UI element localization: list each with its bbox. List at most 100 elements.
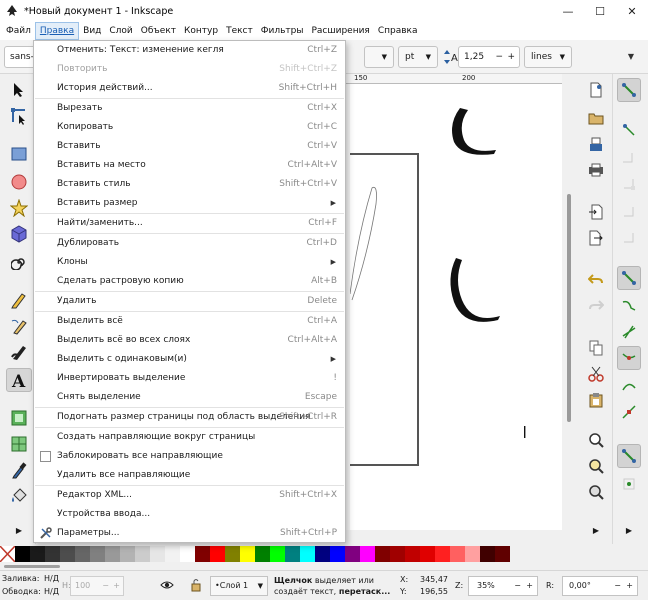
palette-scrollbar-thumb[interactable] — [4, 565, 60, 568]
vertical-scrollbar[interactable] — [562, 74, 576, 530]
snap-bbox-edge-icon[interactable] — [617, 146, 641, 170]
menu-item-preferences[interactable]: Параметры... Shift+Ctrl+P — [34, 524, 345, 543]
snap-paths-icon[interactable] — [617, 294, 641, 318]
close-button[interactable]: ✕ — [616, 0, 648, 22]
menu-item-paste-style[interactable]: Вставить стиль Shift+Ctrl+V — [34, 175, 345, 194]
zoom-selection-icon[interactable] — [584, 428, 608, 452]
drawing-canvas[interactable] — [350, 84, 562, 530]
snap-bbox-icon[interactable] — [617, 118, 641, 142]
pencil-tool-icon[interactable] — [6, 288, 32, 312]
snap-bbox-midpoint-icon[interactable] — [617, 200, 641, 224]
star-tool-icon[interactable] — [6, 196, 32, 220]
menu-item-delete[interactable]: Удалить Delete — [34, 292, 345, 311]
paste-icon[interactable] — [584, 388, 608, 412]
toolbox-more-icon[interactable]: ▶ — [6, 518, 32, 542]
menu-item-lock-all-guides[interactable]: Заблокировать все направляющие — [34, 447, 345, 466]
commands-more-icon[interactable]: ▶ — [584, 518, 608, 542]
zoom-drawing-icon[interactable] — [584, 454, 608, 478]
color-swatch[interactable] — [270, 546, 285, 562]
menu-item-paste-in-place[interactable]: Вставить на место Ctrl+Alt+V — [34, 156, 345, 175]
snap-rotation-centers-icon[interactable] — [617, 472, 641, 496]
minimize-button[interactable]: — — [552, 0, 584, 22]
color-swatch[interactable] — [495, 546, 510, 562]
color-swatch[interactable] — [180, 546, 195, 562]
color-swatch[interactable] — [135, 546, 150, 562]
rotation-increment-button[interactable]: + — [626, 577, 633, 595]
menu-item-resize-page-to-selection[interactable]: Подогнать размер страницы под область вы… — [34, 408, 345, 427]
snap-intersections-icon[interactable] — [617, 320, 641, 344]
menu-item-select-all[interactable]: Выделить всё Ctrl+A — [34, 312, 345, 331]
color-swatch[interactable] — [435, 546, 450, 562]
menu-item-undo-history[interactable]: История действий... Shift+Ctrl+H — [34, 79, 345, 98]
menu-path[interactable]: Контур — [180, 22, 222, 40]
menu-item-paste[interactable]: Вставить Ctrl+V — [34, 137, 345, 156]
color-swatch[interactable] — [420, 546, 435, 562]
menu-item-select-all-layers[interactable]: Выделить всё во всех слоях Ctrl+Alt+A — [34, 331, 345, 350]
spiral-tool-icon[interactable] — [6, 250, 32, 274]
calligraphy-tool-icon[interactable] — [6, 340, 32, 364]
snap-nodes-icon[interactable] — [617, 266, 641, 290]
snap-toggle-icon[interactable] — [617, 78, 641, 102]
color-swatch[interactable] — [225, 546, 240, 562]
menu-item-delete-all-guides[interactable]: Удалить все направляющие — [34, 466, 345, 485]
menu-item-make-bitmap-copy[interactable]: Сделать растровую копию Alt+B — [34, 272, 345, 291]
dropper-tool-icon[interactable] — [6, 458, 32, 482]
vertical-scrollbar-thumb[interactable] — [567, 194, 571, 422]
opacity-spin[interactable]: 100 − + — [70, 576, 124, 596]
menu-item-xml-editor[interactable]: Редактор XML... Shift+Ctrl+X — [34, 486, 345, 505]
color-swatch[interactable] — [45, 546, 60, 562]
opacity-decrement-button[interactable]: − — [102, 577, 109, 595]
menu-file[interactable]: Файл — [2, 22, 35, 40]
color-swatch[interactable] — [345, 546, 360, 562]
pen-tool-icon[interactable] — [6, 314, 32, 338]
color-swatch[interactable] — [450, 546, 465, 562]
color-swatch[interactable] — [405, 546, 420, 562]
zoom-spin[interactable]: 35% − + — [468, 576, 538, 596]
color-swatch[interactable] — [210, 546, 225, 562]
spacing-decrement-button[interactable]: − — [495, 47, 503, 67]
fill-value[interactable]: Н/Д — [44, 574, 59, 583]
menu-layer[interactable]: Слой — [105, 22, 136, 40]
color-swatch[interactable] — [60, 546, 75, 562]
snap-more-icon[interactable]: ▶ — [617, 518, 641, 542]
snap-object-centers-icon[interactable] — [617, 444, 641, 468]
zoom-in-button[interactable]: + — [526, 577, 533, 595]
import-icon[interactable] — [584, 200, 608, 224]
3d-box-tool-icon[interactable] — [6, 222, 32, 246]
export-icon[interactable] — [584, 226, 608, 250]
color-swatch[interactable] — [240, 546, 255, 562]
spacing-mode-select[interactable]: lines ▼ — [524, 46, 572, 68]
opacity-increment-button[interactable]: + — [113, 577, 120, 595]
toolbar-overflow-button[interactable]: ▼ — [624, 46, 638, 68]
menu-item-copy[interactable]: Копировать Ctrl+C — [34, 118, 345, 137]
color-swatch[interactable] — [15, 546, 30, 562]
menu-item-redo[interactable]: Повторить Shift+Ctrl+Z — [34, 60, 345, 79]
redo-icon[interactable] — [584, 294, 608, 318]
rectangle-tool-icon[interactable] — [6, 142, 32, 166]
maximize-button[interactable]: ☐ — [584, 0, 616, 22]
node-tool-icon[interactable] — [6, 104, 32, 128]
menu-extensions[interactable]: Расширения — [307, 22, 373, 40]
layer-visibility-eye-icon[interactable] — [160, 580, 174, 590]
color-swatch[interactable] — [300, 546, 315, 562]
paint-bucket-tool-icon[interactable] — [6, 484, 32, 508]
no-paint-swatch-icon[interactable] — [0, 546, 15, 562]
color-swatch[interactable] — [315, 546, 330, 562]
color-swatch[interactable] — [360, 546, 375, 562]
ellipse-tool-icon[interactable] — [6, 170, 32, 194]
current-layer-select[interactable]: •Слой 1 ▼ — [210, 576, 268, 596]
snap-bbox-corner-icon[interactable] — [617, 172, 641, 196]
font-size-combo[interactable]: ▼ — [364, 46, 394, 68]
menu-item-paste-size[interactable]: Вставить размер ▶ — [34, 194, 345, 213]
layer-lock-icon[interactable] — [190, 578, 202, 592]
text-tool-icon[interactable]: A — [6, 368, 32, 392]
menu-item-input-devices[interactable]: Устройства ввода... — [34, 505, 345, 524]
menu-text[interactable]: Текст — [222, 22, 257, 40]
unit-select[interactable]: pt ▼ — [398, 46, 438, 68]
color-swatch[interactable] — [150, 546, 165, 562]
gradient-tool-icon[interactable] — [6, 406, 32, 430]
snap-smooth-nodes-icon[interactable] — [617, 374, 641, 398]
menu-item-cut[interactable]: Вырезать Ctrl+X — [34, 99, 345, 118]
color-swatch[interactable] — [120, 546, 135, 562]
color-swatch[interactable] — [90, 546, 105, 562]
